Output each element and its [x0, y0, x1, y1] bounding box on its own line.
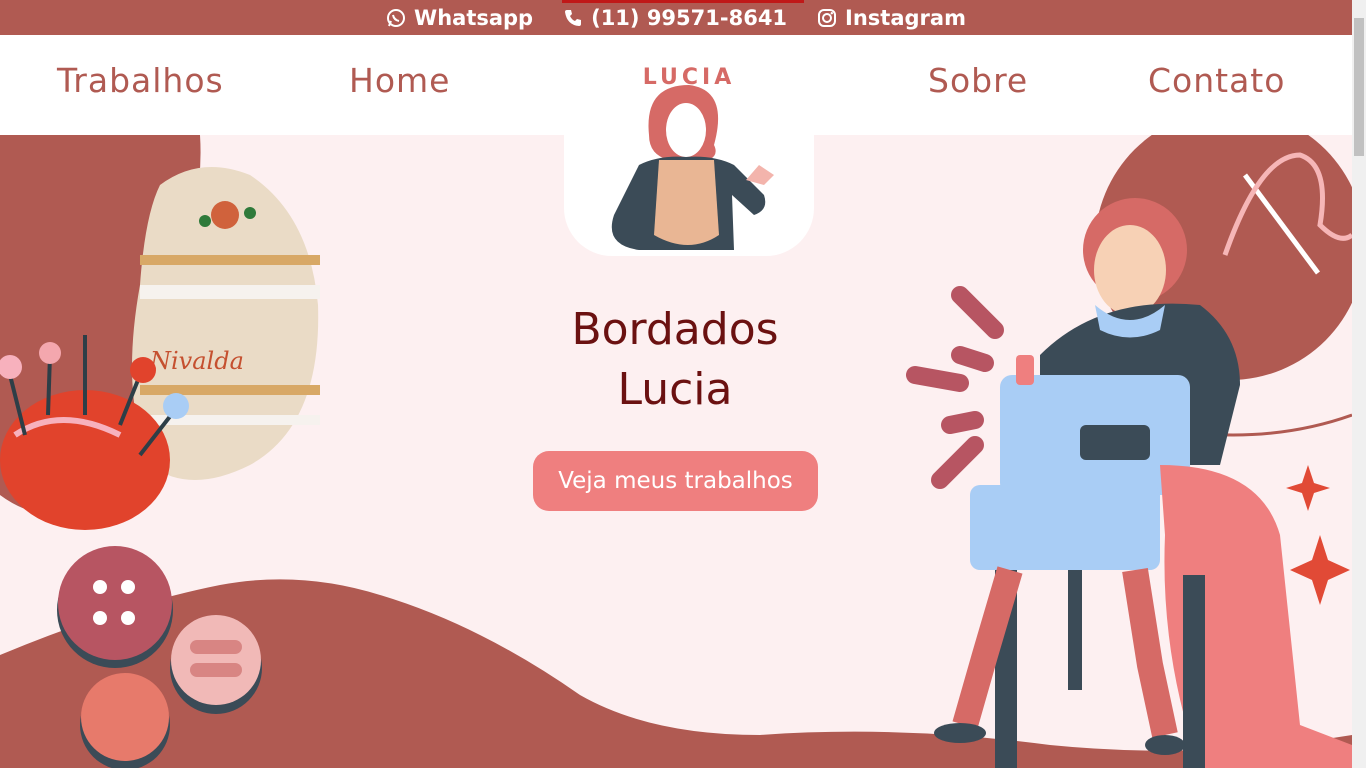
- nav-trabalhos[interactable]: Trabalhos: [57, 61, 224, 100]
- embroidery-name: Nivalda: [149, 347, 244, 375]
- phone-link[interactable]: (11) 99571-8641: [563, 6, 787, 30]
- whatsapp-label: Whatsapp: [414, 5, 534, 30]
- scrollbar-thumb[interactable]: [1354, 18, 1364, 156]
- whatsapp-link[interactable]: Whatsapp: [386, 6, 533, 30]
- phone-number: (11) 99571-8641: [591, 5, 788, 30]
- see-works-button[interactable]: Veja meus trabalhos: [533, 451, 818, 511]
- site-logo[interactable]: LUCIA: [564, 35, 814, 256]
- hero-title-line2: Lucia: [617, 364, 733, 415]
- phone-icon: [565, 9, 582, 26]
- active-indicator: [562, 0, 804, 3]
- nav-home[interactable]: Home: [349, 61, 450, 100]
- instagram-icon: [818, 8, 837, 27]
- top-contact-bar: Whatsapp (11) 99571-8641 Instagram: [0, 0, 1352, 35]
- logo-illustration: [611, 85, 774, 250]
- nav-sobre[interactable]: Sobre: [928, 61, 1028, 100]
- nav-contato[interactable]: Contato: [1148, 61, 1285, 100]
- whatsapp-icon: [387, 8, 406, 27]
- hero-title-line1: Bordados: [571, 304, 779, 355]
- hero-title: Bordados Lucia: [475, 300, 875, 420]
- page-scrollbar[interactable]: [1352, 0, 1366, 768]
- instagram-link[interactable]: Instagram: [817, 6, 966, 30]
- instagram-label: Instagram: [845, 5, 966, 30]
